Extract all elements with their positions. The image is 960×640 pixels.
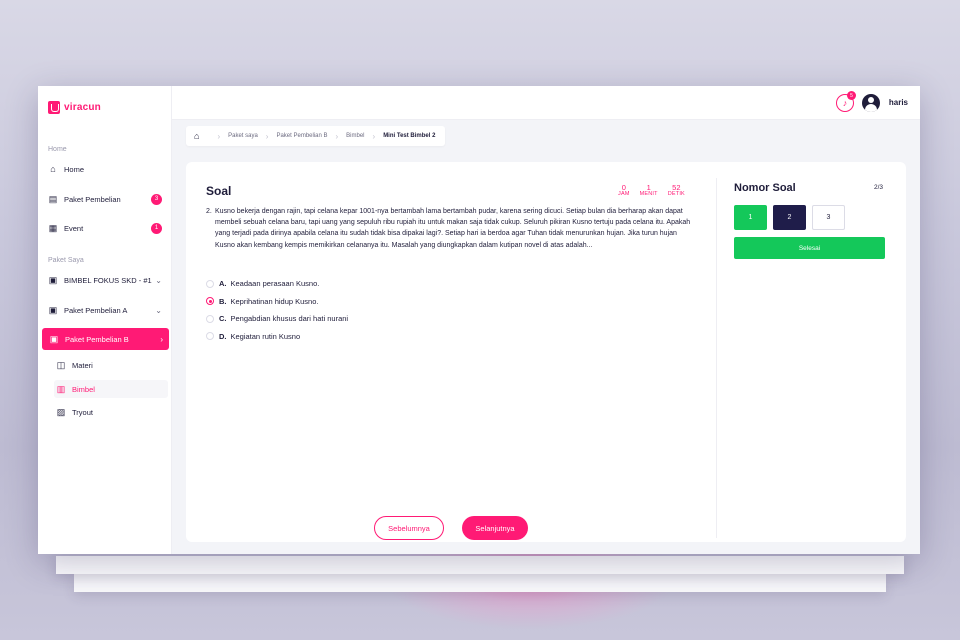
countdown-timer: 0 JAM 1 MENIT 52 DETIK xyxy=(618,184,685,197)
package-icon: ▣ xyxy=(48,274,58,285)
sidebar-item-label: BIMBEL FOKUS SKD - #1 xyxy=(64,275,152,285)
breadcrumb-item[interactable]: Bimbel xyxy=(346,133,364,139)
question-nav-title: Nomor Soal xyxy=(734,182,796,194)
answer-option-d[interactable]: D. Kegiatan rutin Kusno xyxy=(206,328,348,346)
package-icon: ▣ xyxy=(49,333,59,344)
sidebar-item-paket-b[interactable]: ▣ Paket Pembelian B › xyxy=(42,328,169,350)
next-button[interactable]: Selanjutnya xyxy=(462,516,528,540)
sidebar-subitem-label: Bimbel xyxy=(72,384,95,394)
count-badge: 3 xyxy=(151,193,162,205)
chevron-right-icon: › xyxy=(160,334,163,344)
sidebar-item-paket-pembelian[interactable]: ▤ Paket Pembelian 3 xyxy=(48,190,168,208)
sidebar-item-label: Paket Pembelian A xyxy=(64,305,128,315)
chevron-right-icon: › xyxy=(217,131,221,141)
radio-button[interactable] xyxy=(206,332,214,341)
sidebar-item-label: Paket Pembelian xyxy=(64,194,121,204)
sidebar-subitem-label: Tryout xyxy=(72,407,93,417)
tryout-icon: ▨ xyxy=(56,406,66,417)
sidebar-subitem-tryout[interactable]: ▨ Tryout xyxy=(54,403,168,421)
username[interactable]: haris xyxy=(889,98,908,107)
logo-icon xyxy=(48,101,60,114)
timer-seconds: 52 DETIK xyxy=(667,183,685,197)
breadcrumb-current: Mini Test Bimbel 2 xyxy=(383,133,436,139)
sidebar-item-paket-a[interactable]: ▣ Paket Pembelian A ⌄ xyxy=(48,301,168,319)
answer-option-c[interactable]: C. Pengabdian khusus dari hati nurani xyxy=(206,310,348,328)
calendar-icon: ▦ xyxy=(48,222,58,233)
home-icon: ⌂ xyxy=(50,164,56,174)
question-number-grid: 1 2 3 xyxy=(734,205,845,230)
previous-button[interactable]: Sebelumnya xyxy=(374,516,444,540)
user-icon xyxy=(868,97,874,103)
chevron-right-icon: › xyxy=(265,131,269,141)
radio-button[interactable] xyxy=(206,279,214,288)
question-progress: 2/3 xyxy=(874,184,884,191)
radio-button-checked[interactable] xyxy=(206,297,214,306)
sidebar-item-event[interactable]: ▦ Event 1 xyxy=(48,219,168,237)
brand-name: viracun xyxy=(64,102,101,113)
question-title: Soal xyxy=(206,184,232,198)
question-text: 2. Kusno bekerja dengan rajin, tapi cela… xyxy=(206,206,696,251)
breadcrumb-item[interactable]: Paket Pembelian B xyxy=(276,133,327,139)
home-icon[interactable]: ⌂ xyxy=(194,131,199,141)
sidebar-item-home[interactable]: ⌂ Home xyxy=(48,160,168,178)
sidebar-item-label: Home xyxy=(64,164,85,174)
sidebar-subitem-label: Materi xyxy=(72,360,93,370)
question-number-button[interactable]: 3 xyxy=(812,205,845,230)
question-number-button[interactable]: 1 xyxy=(734,205,767,230)
chevron-right-icon: › xyxy=(372,131,376,141)
section-label-home: Home xyxy=(48,146,67,153)
chevron-down-icon: ⌄ xyxy=(155,275,162,285)
sidebar-item-label: Paket Pembelian B xyxy=(65,334,129,344)
notification-button[interactable]: ♪ 5 xyxy=(836,91,856,112)
notification-badge: 5 xyxy=(847,91,856,100)
count-badge: 1 xyxy=(151,222,162,234)
book-icon: ◫ xyxy=(56,359,66,370)
main-area: ♪ 5 haris ⌂ › Paket saya › Paket Pembeli… xyxy=(172,86,920,554)
section-label-paket-saya: Paket Saya xyxy=(48,257,84,264)
sidebar-item-bimbel-fokus[interactable]: ▣ BIMBEL FOKUS SKD - #1 ⌄ xyxy=(48,271,168,289)
breadcrumb-item[interactable]: Paket saya xyxy=(228,133,258,139)
store-icon: ▤ xyxy=(48,193,58,204)
brand-logo[interactable]: viracun xyxy=(48,101,101,114)
chevron-down-icon: ⌄ xyxy=(155,305,162,315)
answer-option-b[interactable]: B. Keprihatinan hidup Kusno. xyxy=(206,293,348,311)
avatar[interactable] xyxy=(862,94,880,112)
background-card xyxy=(74,574,886,592)
question-number-button[interactable]: 2 xyxy=(773,205,806,230)
bell-icon: ♪ xyxy=(842,98,848,108)
finish-button[interactable]: Selesai xyxy=(734,237,885,259)
radio-button[interactable] xyxy=(206,314,214,323)
timer-minutes: 1 MENIT xyxy=(639,183,658,197)
app-window: viracun Home ⌂ Home ▤ Paket Pembelian 3 … xyxy=(38,86,920,554)
question-body: Kusno bekerja dengan rajin, tapi celana … xyxy=(215,208,691,249)
topbar: ♪ 5 haris xyxy=(172,86,920,120)
answer-options: A. Keadaan perasaan Kusno. B. Keprihatin… xyxy=(206,275,348,345)
package-icon: ▣ xyxy=(48,304,58,315)
answer-option-a[interactable]: A. Keadaan perasaan Kusno. xyxy=(206,275,348,293)
breadcrumb: ⌂ › Paket saya › Paket Pembelian B › Bim… xyxy=(186,126,446,146)
sidebar-subitem-materi[interactable]: ◫ Materi xyxy=(54,356,168,374)
sidebar: viracun Home ⌂ Home ▤ Paket Pembelian 3 … xyxy=(38,86,172,554)
timer-hours: 0 JAM xyxy=(618,183,630,197)
question-card: Soal 0 JAM 1 MENIT 52 DETIK 2. Kusno bek… xyxy=(186,162,906,542)
sidebar-item-label: Event xyxy=(64,223,84,233)
question-number: 2. xyxy=(206,208,212,215)
background-card xyxy=(56,556,904,574)
sidebar-subitem-bimbel[interactable]: ▥ Bimbel xyxy=(54,380,168,398)
panel-divider xyxy=(716,178,717,538)
bimbel-icon: ▥ xyxy=(56,383,66,394)
chevron-right-icon: › xyxy=(335,131,339,141)
